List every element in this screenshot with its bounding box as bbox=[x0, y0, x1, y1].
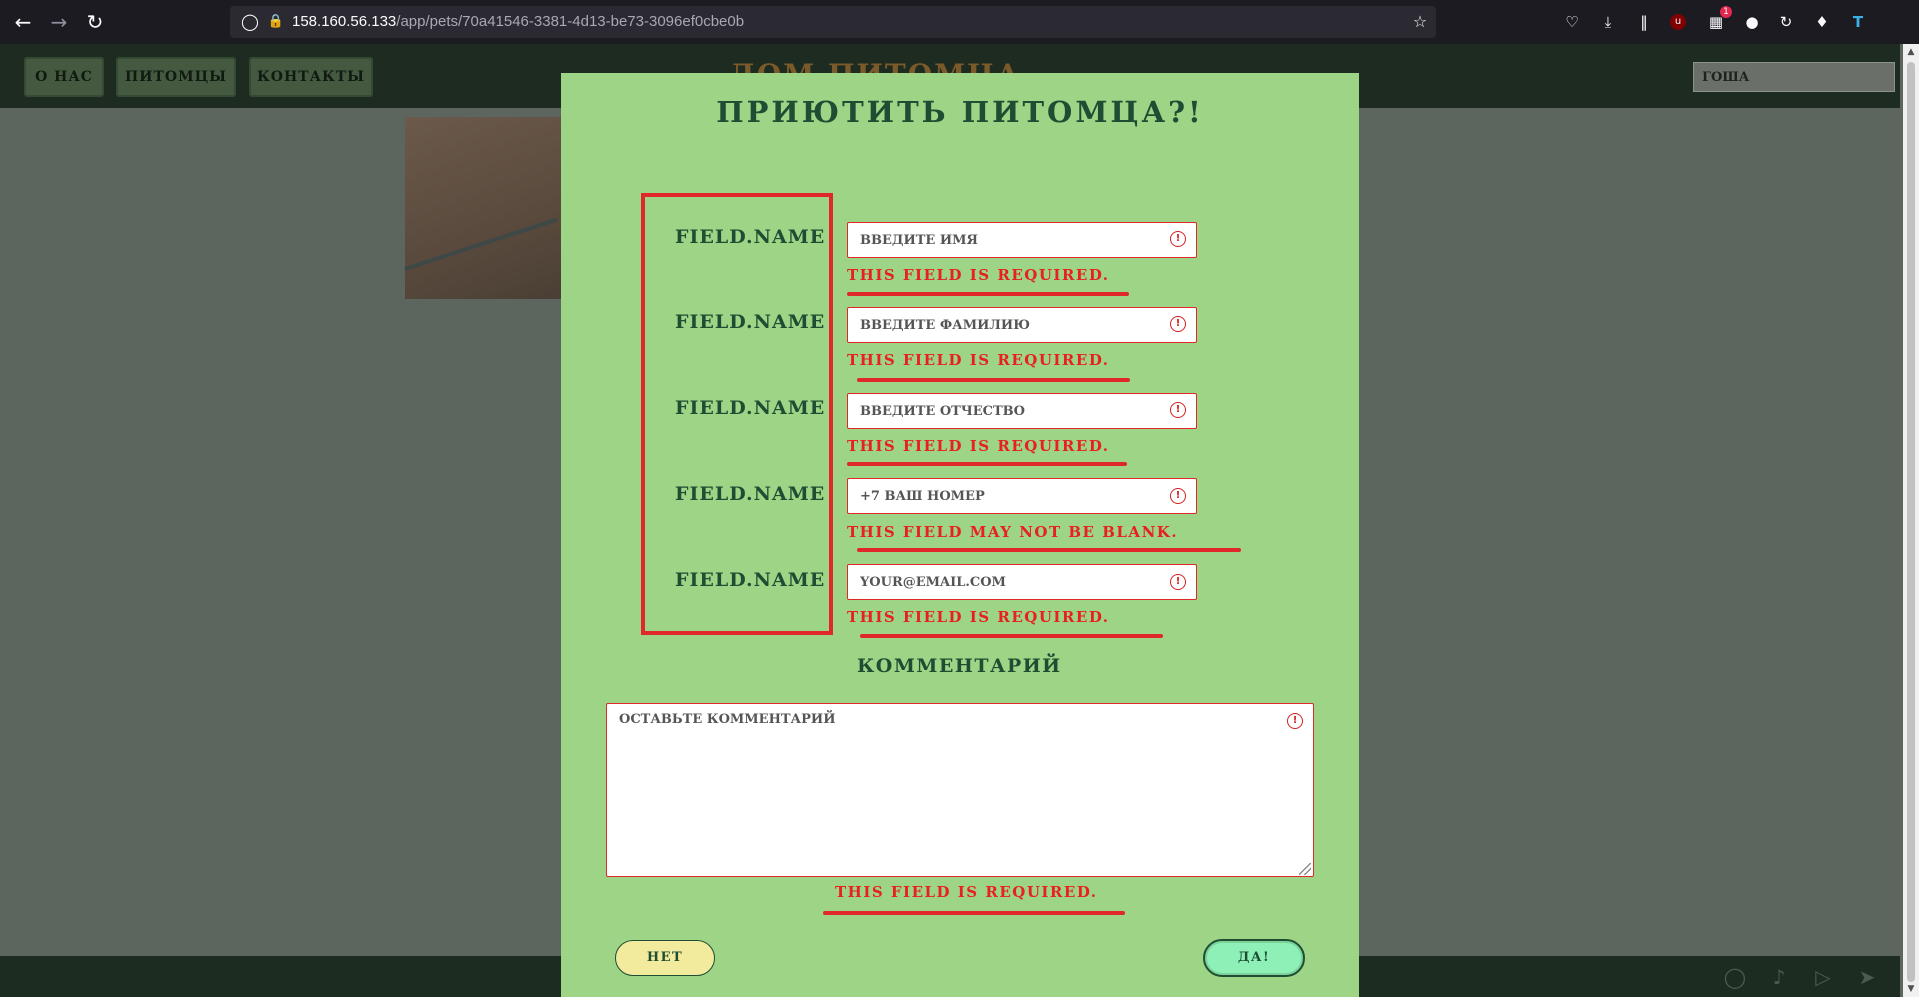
download-icon[interactable]: ⤓ bbox=[1598, 12, 1618, 32]
nav-about-button[interactable]: О НАС bbox=[24, 57, 104, 97]
error-underline bbox=[857, 548, 1241, 552]
nav-contacts-button[interactable]: КОНТАКТЫ bbox=[249, 57, 373, 97]
warning-icon: ! bbox=[1170, 574, 1186, 590]
scroll-thumb[interactable] bbox=[1907, 62, 1915, 982]
error-underline bbox=[857, 378, 1130, 382]
reload-icon[interactable]: ↻ bbox=[81, 8, 109, 36]
phone-error: THIS FIELD MAY NOT BE BLANK. bbox=[847, 523, 1179, 541]
scroll-up-icon[interactable]: ▲ bbox=[1903, 44, 1919, 60]
browser-toolbar: ← → ↻ ◯ 🔒 158.160.56.133/app/pets/70a415… bbox=[0, 0, 1919, 44]
error-underline bbox=[847, 292, 1129, 296]
field-label-email: FIELD.NAME bbox=[675, 569, 826, 591]
extension-badge-icon[interactable]: ▦ 1 bbox=[1706, 6, 1732, 32]
lock-icon[interactable]: 🔒 bbox=[266, 12, 286, 32]
warning-icon: ! bbox=[1170, 402, 1186, 418]
photo-detail bbox=[404, 217, 558, 271]
first-name-error: THIS FIELD IS REQUIRED. bbox=[847, 266, 1110, 284]
patronymic-input[interactable] bbox=[847, 393, 1197, 429]
extensions-icon[interactable]: ♦ bbox=[1812, 12, 1832, 32]
user-name-field[interactable]: ГОША bbox=[1693, 62, 1895, 92]
cancel-button[interactable]: НЕТ bbox=[615, 940, 715, 976]
last-name-error: THIS FIELD IS REQUIRED. bbox=[847, 351, 1110, 369]
star-icon[interactable]: ☆ bbox=[1410, 12, 1430, 32]
address-bar[interactable]: ◯ 🔒 158.160.56.133/app/pets/70a41546-338… bbox=[230, 6, 1436, 38]
url-host: 158.160.56.133 bbox=[292, 13, 397, 30]
email-error: THIS FIELD IS REQUIRED. bbox=[847, 608, 1110, 626]
shield-icon[interactable]: ◯ bbox=[240, 12, 260, 32]
patronymic-error: THIS FIELD IS REQUIRED. bbox=[847, 437, 1110, 455]
field-label-phone: FIELD.NAME bbox=[675, 483, 826, 505]
ublock-icon[interactable]: u bbox=[1670, 14, 1686, 30]
first-name-input[interactable] bbox=[847, 222, 1197, 258]
tiktok-icon[interactable]: ♪ bbox=[1766, 964, 1792, 990]
telegram-icon[interactable]: ➤ bbox=[1854, 964, 1880, 990]
library-icon[interactable]: ‖ bbox=[1634, 12, 1654, 32]
error-underline bbox=[823, 911, 1125, 915]
warning-icon: ! bbox=[1170, 231, 1186, 247]
page-scrollbar[interactable]: ▲ ▼ bbox=[1903, 44, 1919, 997]
adopt-modal: ПРИЮТИТЬ ПИТОМЦА?! FIELD.NAME ! THIS FIE… bbox=[561, 73, 1359, 997]
warning-icon: ! bbox=[1170, 488, 1186, 504]
modal-title: ПРИЮТИТЬ ПИТОМЦА?! bbox=[716, 95, 1204, 129]
forward-icon[interactable]: → bbox=[45, 8, 73, 36]
youtube-icon[interactable]: ▷ bbox=[1810, 964, 1836, 990]
error-underline bbox=[847, 462, 1127, 466]
pet-photo bbox=[404, 117, 565, 299]
notification-badge: 1 bbox=[1720, 6, 1732, 18]
sync-icon[interactable]: ↻ bbox=[1776, 12, 1796, 32]
nav-pets-button[interactable]: ПИТОМЦЫ bbox=[116, 57, 236, 97]
comment-heading: КОММЕНТАРИЙ bbox=[857, 655, 1062, 677]
resize-handle[interactable] bbox=[1299, 863, 1311, 875]
last-name-input[interactable] bbox=[847, 307, 1197, 343]
confirm-button[interactable]: ДА! bbox=[1203, 939, 1305, 977]
url-text[interactable]: 158.160.56.133/app/pets/70a41546-3381-4d… bbox=[292, 6, 744, 38]
globe-icon[interactable]: ● bbox=[1742, 12, 1762, 32]
instagram-icon[interactable]: ◯ bbox=[1722, 964, 1748, 990]
comment-textarea[interactable] bbox=[606, 703, 1314, 877]
field-label-patronymic: FIELD.NAME bbox=[675, 397, 826, 419]
warning-icon: ! bbox=[1287, 713, 1303, 729]
translate-icon[interactable]: T bbox=[1848, 12, 1868, 32]
pocket-icon[interactable]: ♡ bbox=[1562, 12, 1582, 32]
email-input[interactable] bbox=[847, 564, 1197, 600]
back-icon[interactable]: ← bbox=[9, 8, 37, 36]
comment-error: THIS FIELD IS REQUIRED. bbox=[835, 883, 1098, 901]
url-path: /app/pets/70a41546-3381-4d13-be73-3096ef… bbox=[396, 13, 745, 30]
phone-input[interactable] bbox=[847, 478, 1197, 514]
field-label-first-name: FIELD.NAME bbox=[675, 226, 826, 248]
warning-icon: ! bbox=[1170, 316, 1186, 332]
error-underline bbox=[860, 634, 1163, 638]
field-label-last-name: FIELD.NAME bbox=[675, 311, 826, 333]
scroll-down-icon[interactable]: ▼ bbox=[1903, 981, 1919, 997]
